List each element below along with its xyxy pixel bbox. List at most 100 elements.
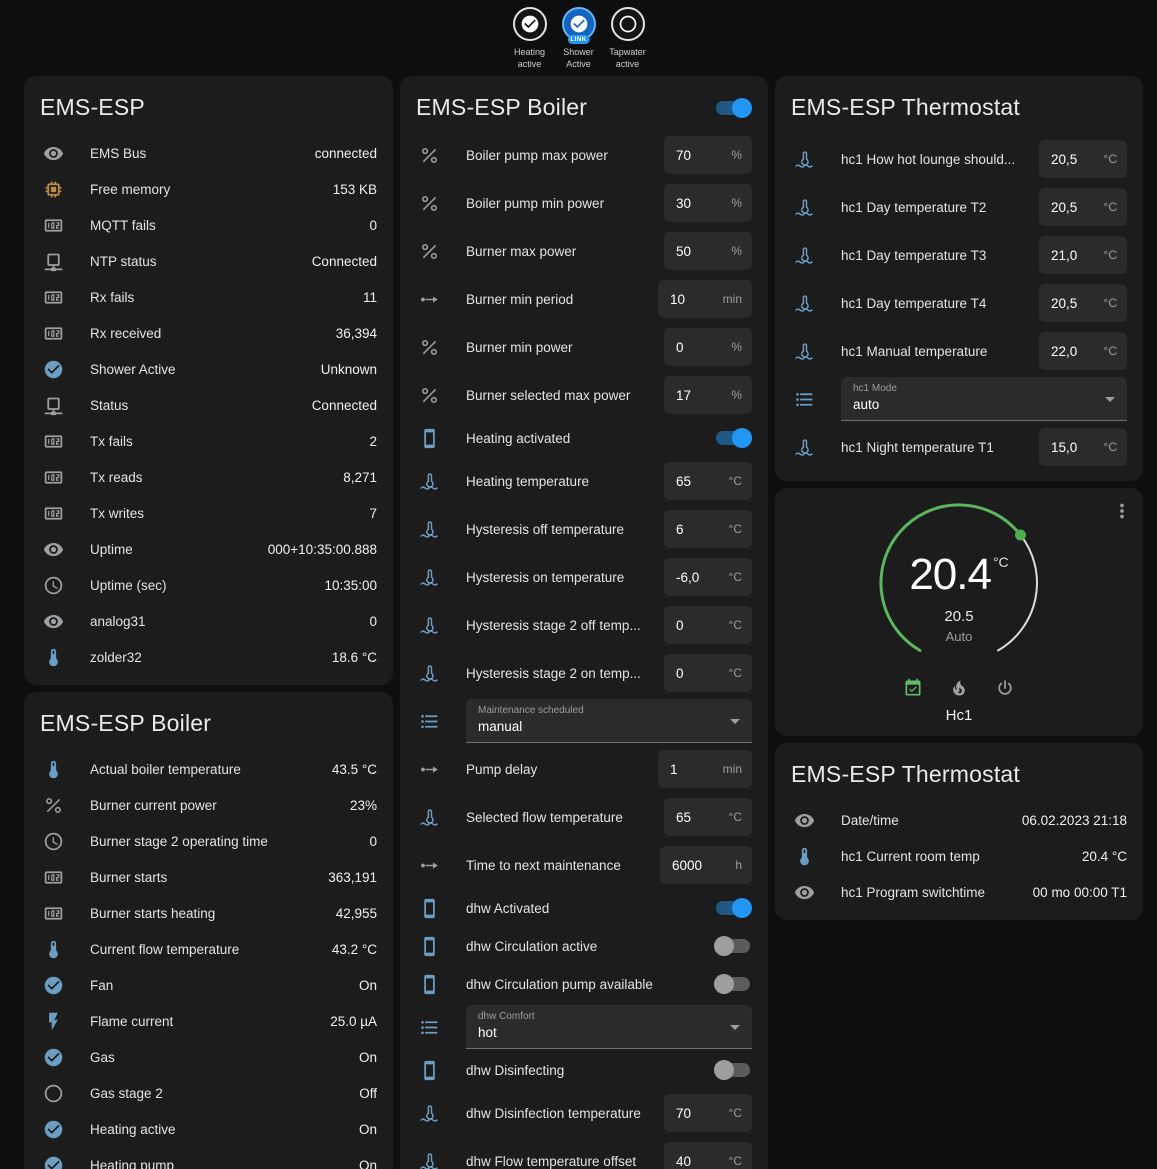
entity-row[interactable]: StatusConnected — [24, 387, 393, 423]
entity-row[interactable]: GasOn — [24, 1039, 393, 1075]
number-value: 20,5 — [1039, 152, 1098, 167]
entity-row[interactable]: MQTT fails0 — [24, 207, 393, 243]
control-name: Boiler pump max power — [466, 148, 664, 163]
control-name: Hysteresis on temperature — [466, 570, 664, 585]
select-input[interactable]: Maintenance scheduledmanual — [466, 699, 752, 743]
number-input[interactable]: 21,0°C — [1039, 236, 1127, 274]
card-header-toggle[interactable] — [716, 101, 750, 115]
control-row: Heating activated — [400, 419, 768, 457]
number-input[interactable]: -6,0°C — [664, 558, 752, 596]
entity-row[interactable]: Burner stage 2 operating time0 — [24, 823, 393, 859]
number-input[interactable]: 30% — [664, 184, 752, 222]
number-input[interactable]: 65°C — [664, 462, 752, 500]
number-input[interactable]: 6000h — [660, 846, 752, 884]
dial-target-marker[interactable] — [1015, 530, 1026, 541]
toggle-switch[interactable] — [716, 977, 750, 991]
number-input[interactable]: 22,0°C — [1039, 332, 1127, 370]
number-input[interactable]: 65°C — [664, 798, 752, 836]
entity-value: 23% — [350, 798, 377, 813]
control-row: dhw Disinfection temperature70°C — [400, 1089, 768, 1137]
entity-row[interactable]: Uptime (sec)10:35:00 — [24, 567, 393, 603]
entity-value: 8,271 — [343, 470, 377, 485]
entity-row[interactable]: zolder3218.6 °C — [24, 639, 393, 675]
entity-row[interactable]: FanOn — [24, 967, 393, 1003]
number-input[interactable]: 0°C — [664, 654, 752, 692]
fire-icon[interactable] — [949, 678, 969, 698]
number-unit: °C — [1104, 200, 1127, 214]
entity-row[interactable]: Uptime000+10:35:00.888 — [24, 531, 393, 567]
number-input[interactable]: 17% — [664, 376, 752, 414]
target-temperature: 20.5 — [864, 608, 1054, 625]
toggle-switch[interactable] — [716, 939, 750, 953]
entity-name: Gas stage 2 — [90, 1086, 349, 1101]
entity-value: 7 — [369, 506, 377, 521]
number-input[interactable]: 70% — [664, 136, 752, 174]
entity-row[interactable]: Tx reads8,271 — [24, 459, 393, 495]
entity-row[interactable]: Heating pumpOn — [24, 1147, 393, 1169]
number-input[interactable]: 15,0°C — [1039, 428, 1127, 466]
entity-value: On — [359, 1158, 377, 1169]
entity-row[interactable]: hc1 Program switchtime00 mo 00:00 T1 — [775, 874, 1143, 910]
entity-row[interactable]: Rx fails11 — [24, 279, 393, 315]
badge-heating-active[interactable]: Heating active — [507, 7, 553, 76]
control-row: dhw Comforthot — [400, 1003, 768, 1051]
toggle-switch[interactable] — [716, 901, 750, 915]
device-icon — [419, 936, 440, 957]
toggle-switch[interactable] — [716, 431, 750, 445]
entity-row[interactable]: Actual boiler temperature43.5 °C — [24, 751, 393, 787]
entity-row[interactable]: EMS Busconnected — [24, 135, 393, 171]
entity-row[interactable]: Flame current25.0 µA — [24, 1003, 393, 1039]
number-input[interactable]: 20,5°C — [1039, 284, 1127, 322]
number-input[interactable]: 0% — [664, 328, 752, 366]
number-input[interactable]: 20,5°C — [1039, 188, 1127, 226]
control-name: Heating temperature — [466, 474, 664, 489]
select-input[interactable]: dhw Comforthot — [466, 1005, 752, 1049]
entity-row[interactable]: Date/time06.02.2023 21:18 — [775, 802, 1143, 838]
entity-row[interactable]: Gas stage 2Off — [24, 1075, 393, 1111]
entity-row[interactable]: Shower ActiveUnknown — [24, 351, 393, 387]
badge-shower-active[interactable]: LINKShower Active — [556, 7, 602, 76]
entity-row[interactable]: Rx received36,394 — [24, 315, 393, 351]
number-input[interactable]: 6°C — [664, 510, 752, 548]
entity-row[interactable]: NTP statusConnected — [24, 243, 393, 279]
badge-tapwater-active[interactable]: Tapwater active — [605, 7, 651, 76]
eye-icon — [43, 539, 64, 560]
entity-row[interactable]: Burner starts363,191 — [24, 859, 393, 895]
select-input[interactable]: hc1 Modeauto — [841, 377, 1127, 421]
entity-value: 11 — [363, 290, 377, 305]
thermostat-dial[interactable]: 20.4°C 20.5 Auto — [864, 502, 1054, 674]
entity-row[interactable]: Free memory153 KB — [24, 171, 393, 207]
number-input[interactable]: 1min — [658, 750, 752, 788]
number-input[interactable]: 0°C — [664, 606, 752, 644]
entity-row[interactable]: Burner current power23% — [24, 787, 393, 823]
control-row: Burner selected max power17% — [400, 371, 768, 419]
number-input[interactable]: 50% — [664, 232, 752, 270]
entity-row[interactable]: analog310 — [24, 603, 393, 639]
power-icon[interactable] — [995, 678, 1015, 698]
badge-label: Tapwater active — [605, 47, 651, 70]
entity-row[interactable]: hc1 Current room temp20.4 °C — [775, 838, 1143, 874]
counter-icon — [43, 503, 64, 524]
more-menu-icon[interactable] — [1111, 500, 1133, 522]
toggle-switch[interactable] — [716, 1063, 750, 1077]
network-icon — [43, 395, 64, 416]
number-unit: min — [723, 292, 752, 306]
entity-row[interactable]: Heating activeOn — [24, 1111, 393, 1147]
number-input[interactable]: 20,5°C — [1039, 140, 1127, 178]
calendar-check-icon[interactable] — [903, 678, 923, 698]
card-title: EMS-ESP Thermostat — [775, 76, 1143, 135]
entity-row[interactable]: Tx fails2 — [24, 423, 393, 459]
entity-name: Fan — [90, 978, 349, 993]
entity-name: Tx fails — [90, 434, 359, 449]
eye-icon — [43, 143, 64, 164]
entity-row[interactable]: Current flow temperature43.2 °C — [24, 931, 393, 967]
control-list: Boiler pump max power70%Boiler pump min … — [400, 131, 768, 1169]
entity-row[interactable]: Burner starts heating42,955 — [24, 895, 393, 931]
thermo-waves-icon — [794, 149, 815, 170]
number-input[interactable]: 70°C — [664, 1094, 752, 1132]
entity-row[interactable]: Tx writes7 — [24, 495, 393, 531]
number-input[interactable]: 10min — [658, 280, 752, 318]
entity-value: Connected — [312, 254, 377, 269]
card-boiler-controls: EMS-ESP Boiler Boiler pump max power70%B… — [400, 76, 768, 1169]
number-input[interactable]: 40°C — [664, 1142, 752, 1169]
